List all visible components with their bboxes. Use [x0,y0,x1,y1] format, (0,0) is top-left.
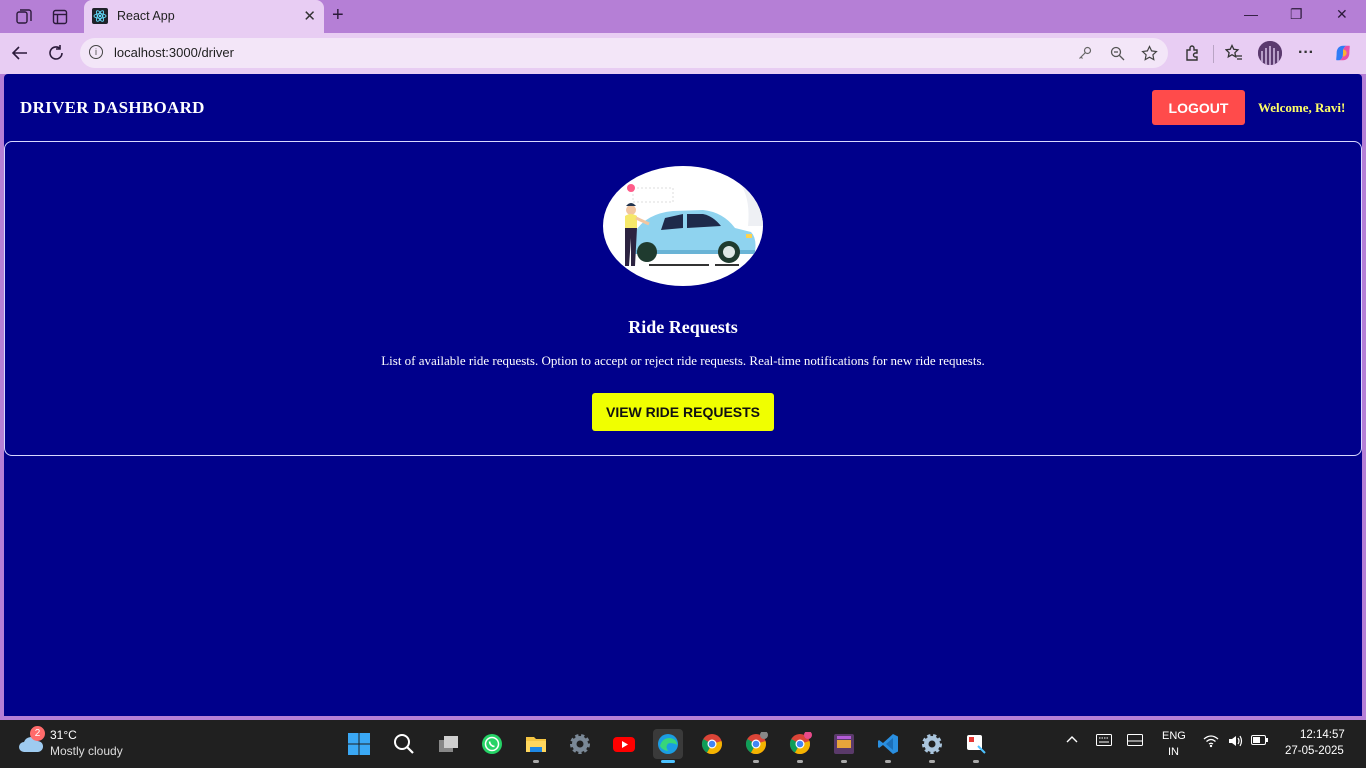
favorites-icon[interactable] [1224,43,1244,63]
favorite-star-icon[interactable] [1140,44,1158,62]
address-bar[interactable]: i localhost:3000/driver [80,38,1168,68]
card-title: Ride Requests [628,317,738,337]
dashboard-title: DRIVER DASHBOARD [20,98,205,117]
copilot-icon[interactable] [1333,43,1353,63]
wifi-icon[interactable] [1203,734,1219,751]
snipping-tool-icon[interactable] [961,729,991,763]
language-region[interactable]: IN [1168,746,1179,758]
minimize-icon[interactable]: — [1244,6,1258,22]
site-info-icon[interactable]: i [89,45,103,59]
close-window-icon[interactable]: ✕ [1336,6,1348,23]
chrome-profile-icon[interactable] [741,729,771,763]
touch-keyboard-icon[interactable] [1127,734,1143,749]
driver-car-illustration [603,166,763,286]
weather-description[interactable]: Mostly cloudy [50,744,123,758]
welcome-message: Welcome, Ravi! [1258,100,1346,115]
url-text[interactable]: localhost:3000/driver [114,45,234,60]
game-app-icon[interactable] [829,729,859,763]
workspaces-icon[interactable] [13,6,35,28]
edge-browser-icon[interactable] [653,729,683,763]
restore-icon[interactable]: ❐ [1290,6,1303,23]
tab-react-app[interactable]: React App ✕ [84,0,324,33]
tab-actions-icon[interactable] [49,6,71,28]
file-explorer-icon[interactable] [521,729,551,763]
temperature[interactable]: 31°C [50,728,77,742]
keyboard-icon[interactable] [1096,734,1112,749]
key-icon[interactable] [1076,44,1094,62]
extensions-icon[interactable] [1183,43,1203,63]
clock-time[interactable]: 12:14:57 [1300,729,1345,741]
clock-date[interactable]: 27-05-2025 [1285,745,1344,757]
task-view-icon[interactable] [433,729,463,759]
more-options-icon[interactable]: ··· [1296,43,1316,63]
profile-avatar[interactable] [1258,41,1282,65]
settings-gear-icon[interactable] [565,729,595,759]
new-tab-icon[interactable]: + [332,4,344,27]
whatsapp-icon[interactable] [477,729,507,759]
refresh-icon[interactable] [45,42,67,64]
vscode-icon[interactable] [873,729,903,763]
page-viewport: DRIVER DASHBOARD LOGOUT Welcome, Ravi! R… [4,74,1362,716]
tab-strip: React App ✕ + — ❐ ✕ [0,0,1366,33]
close-tab-icon[interactable]: ✕ [303,7,316,25]
chrome-icon[interactable] [697,729,727,759]
battery-icon[interactable] [1251,734,1269,749]
dashboard-header: DRIVER DASHBOARD LOGOUT Welcome, Ravi! [4,74,1362,140]
back-icon[interactable] [9,42,31,64]
start-windows-icon[interactable] [344,729,374,759]
toolbar-divider [1213,45,1214,63]
language-code[interactable]: ENG [1162,730,1186,742]
browser-toolbar: i localhost:3000/driver ··· [0,33,1366,74]
search-icon[interactable] [389,729,419,759]
react-favicon-icon [92,8,108,24]
show-hidden-icons-icon[interactable] [1066,734,1078,749]
view-ride-requests-button[interactable]: VIEW RIDE REQUESTS [592,393,774,431]
windows-taskbar: 2 31°C Mostly cloudy ENG IN 12:14:57 27-… [0,720,1366,768]
tab-title: React App [117,9,175,23]
system-settings-icon[interactable] [917,729,947,763]
ride-requests-card: Ride Requests List of available ride req… [4,141,1362,456]
logout-button[interactable]: LOGOUT [1152,90,1245,125]
youtube-icon[interactable] [609,729,639,759]
zoom-icon[interactable] [1108,44,1126,62]
weather-badge: 2 [30,726,45,741]
card-description: List of available ride requests. Option … [381,353,985,368]
volume-icon[interactable] [1228,734,1244,751]
chrome-second-profile-icon[interactable] [785,729,815,763]
